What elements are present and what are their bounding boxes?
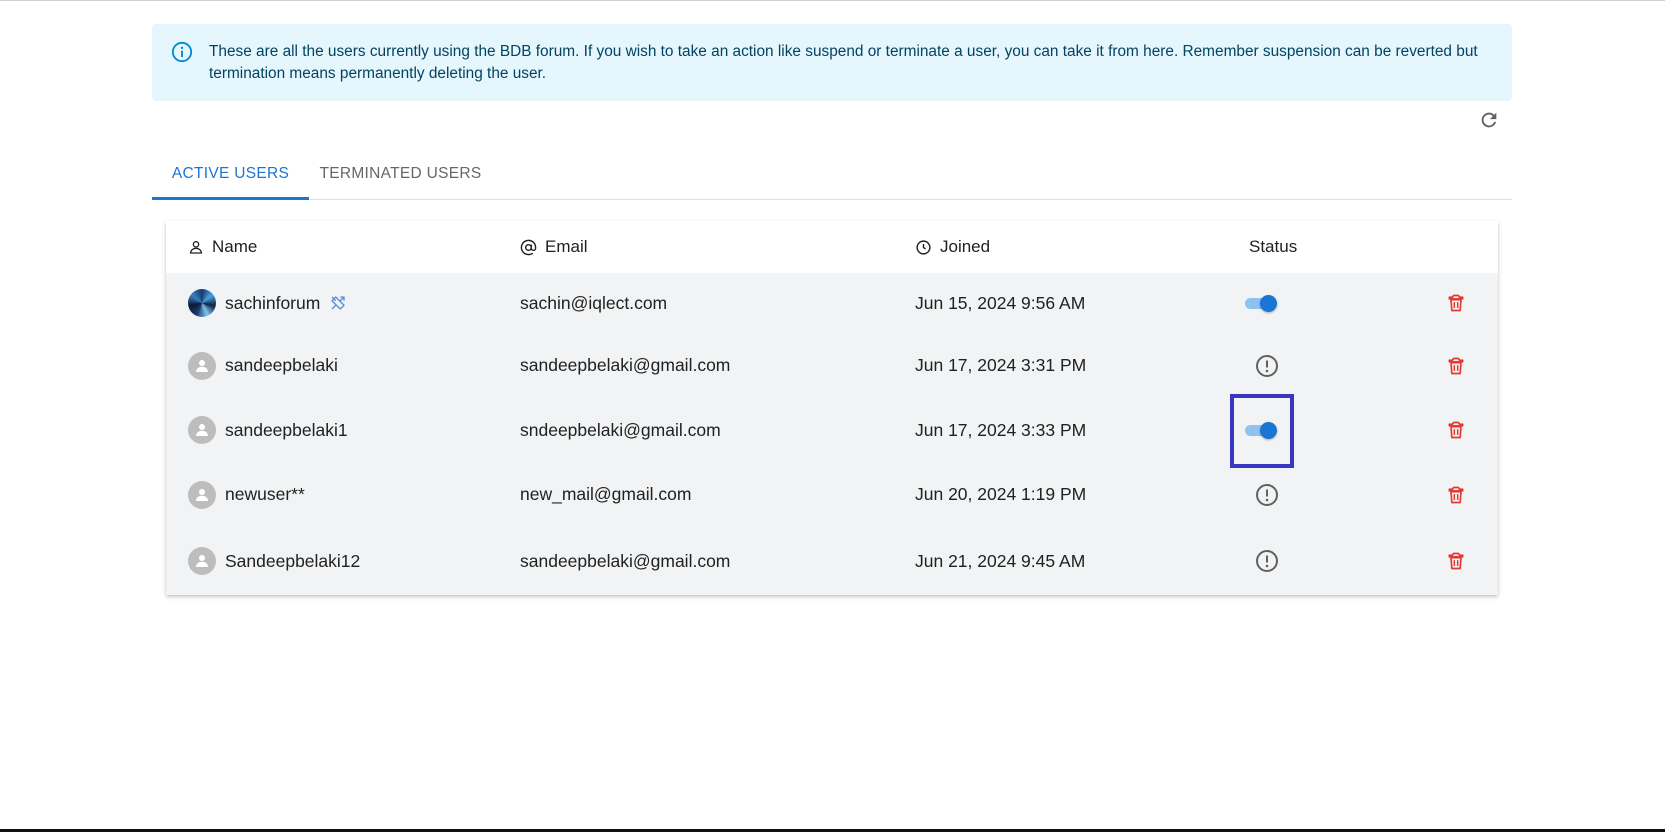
status-cell bbox=[1244, 273, 1278, 333]
top-divider bbox=[0, 0, 1665, 1]
refresh-button[interactable] bbox=[1476, 109, 1502, 135]
tab-active-users[interactable]: ACTIVE USERS bbox=[152, 150, 309, 198]
table-row: sandeepbelaki1 sndeepbelaki@gmail.com Ju… bbox=[166, 398, 1498, 463]
avatar bbox=[188, 480, 216, 509]
email-cell: sandeepbelaki@gmail.com bbox=[520, 355, 731, 375]
user-name: sandeepbelaki1 bbox=[225, 419, 348, 440]
at-icon bbox=[520, 239, 545, 256]
info-icon bbox=[171, 41, 193, 63]
refresh-icon bbox=[1478, 109, 1500, 136]
trash-icon bbox=[1446, 484, 1466, 506]
delete-button[interactable] bbox=[1446, 273, 1466, 333]
status-cell bbox=[1244, 398, 1278, 462]
joined-cell: Jun 20, 2024 1:19 PM bbox=[915, 484, 1087, 504]
pending-status-icon[interactable] bbox=[1255, 354, 1279, 378]
column-label: Email bbox=[545, 237, 588, 256]
admin-tools-icon bbox=[329, 294, 347, 312]
column-header-name[interactable]: Name bbox=[188, 221, 257, 273]
tab-label: TERMINATED USERS bbox=[319, 165, 482, 182]
column-header-status[interactable]: Status bbox=[1249, 221, 1297, 273]
delete-button[interactable] bbox=[1446, 333, 1466, 398]
delete-button[interactable] bbox=[1446, 462, 1466, 527]
joined-cell: Jun 21, 2024 9:45 AM bbox=[915, 550, 1086, 571]
tabs-divider bbox=[152, 199, 1512, 200]
pending-status-icon[interactable] bbox=[1255, 549, 1279, 573]
column-label: Status bbox=[1249, 237, 1298, 256]
status-toggle[interactable] bbox=[1244, 293, 1278, 313]
name-cell: newuser** bbox=[188, 462, 305, 527]
name-cell: Sandeepbelaki12 bbox=[188, 527, 360, 595]
trash-icon bbox=[1446, 355, 1466, 377]
email-cell: sachin@iqlect.com bbox=[520, 292, 668, 313]
tab-terminated-users[interactable]: TERMINATED USERS bbox=[317, 150, 484, 198]
name-cell: sachinforum bbox=[188, 273, 347, 333]
pending-status-icon[interactable] bbox=[1255, 483, 1279, 507]
name-cell: sandeepbelaki1 bbox=[188, 398, 348, 462]
user-name: newuser** bbox=[225, 484, 305, 504]
status-toggle[interactable] bbox=[1244, 420, 1278, 440]
delete-button[interactable] bbox=[1446, 527, 1466, 595]
column-header-joined[interactable]: Joined bbox=[915, 221, 990, 273]
avatar bbox=[188, 416, 216, 444]
email-cell: sndeepbelaki@gmail.com bbox=[520, 419, 721, 440]
info-banner: These are all the users currently using … bbox=[152, 24, 1512, 101]
status-cell bbox=[1255, 462, 1279, 527]
table-row: newuser** new_mail@gmail.com Jun 20, 202… bbox=[166, 462, 1498, 528]
joined-cell: Jun 15, 2024 9:56 AM bbox=[915, 292, 1086, 313]
status-cell bbox=[1255, 333, 1279, 398]
avatar bbox=[188, 289, 216, 317]
tab-indicator bbox=[152, 197, 309, 200]
person-icon bbox=[188, 239, 212, 255]
delete-button[interactable] bbox=[1446, 398, 1466, 462]
avatar bbox=[188, 351, 216, 380]
table-header: Name Email Joined Status bbox=[166, 221, 1498, 274]
users-table: Name Email Joined Status sachinforum sac… bbox=[166, 221, 1498, 595]
avatar bbox=[188, 547, 216, 575]
table-row: sandeepbelaki sandeepbelaki@gmail.com Ju… bbox=[166, 333, 1498, 399]
trash-icon bbox=[1446, 419, 1466, 441]
trash-icon bbox=[1446, 292, 1466, 314]
name-cell: sandeepbelaki bbox=[188, 333, 338, 398]
user-name: sachinforum bbox=[225, 292, 321, 313]
clock-icon bbox=[915, 239, 940, 256]
status-cell bbox=[1255, 527, 1279, 595]
table-row: Sandeepbelaki12 sandeepbelaki@gmail.com … bbox=[166, 527, 1498, 595]
trash-icon bbox=[1446, 550, 1466, 572]
column-label: Joined bbox=[940, 237, 991, 256]
user-name: sandeepbelaki bbox=[225, 355, 338, 375]
column-header-email[interactable]: Email bbox=[520, 221, 588, 273]
email-cell: new_mail@gmail.com bbox=[520, 484, 692, 504]
tab-label: ACTIVE USERS bbox=[171, 165, 290, 182]
user-tabs: ACTIVE USERS TERMINATED USERS bbox=[152, 150, 1512, 200]
email-cell: sandeepbelaki@gmail.com bbox=[520, 550, 731, 571]
column-label: Name bbox=[212, 237, 258, 256]
info-banner-text: These are all the users currently using … bbox=[209, 43, 1478, 82]
user-name: Sandeepbelaki12 bbox=[225, 550, 361, 571]
joined-cell: Jun 17, 2024 3:33 PM bbox=[915, 419, 1087, 440]
table-row: sachinforum sachin@iqlect.com Jun 15, 20… bbox=[166, 273, 1498, 334]
joined-cell: Jun 17, 2024 3:31 PM bbox=[915, 355, 1087, 375]
